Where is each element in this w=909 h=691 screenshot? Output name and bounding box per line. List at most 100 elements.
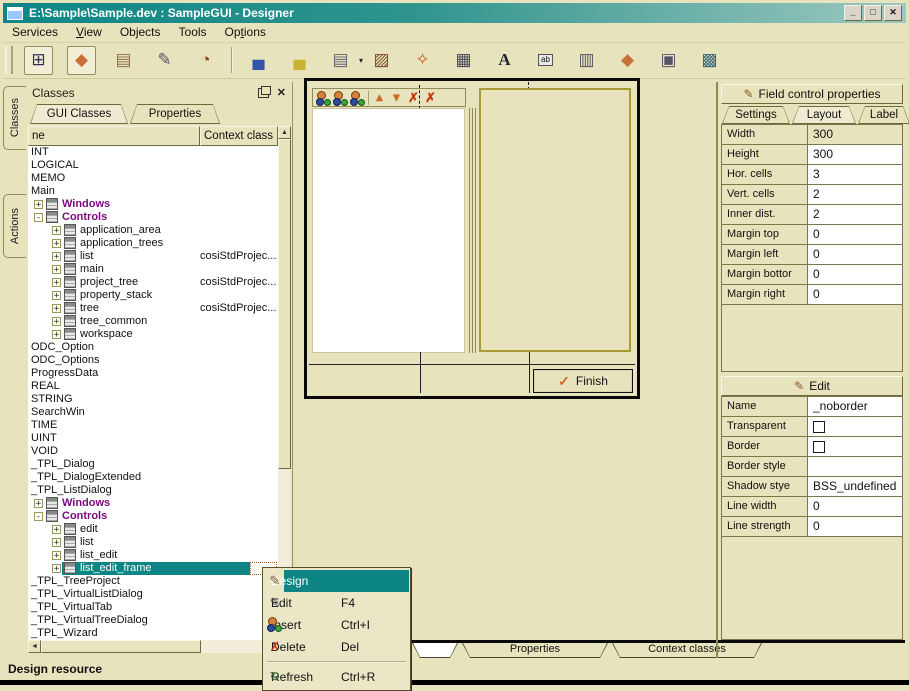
form-select-icon[interactable]: ▤▾ (327, 47, 354, 74)
tree-row[interactable]: _TPL_Wizard (28, 627, 278, 640)
eraser2-icon[interactable]: ◆ (614, 47, 641, 74)
menu-services[interactable]: Services (3, 23, 67, 42)
vertical-scrollbar[interactable]: ▲ ▼ (278, 126, 291, 640)
expand-icon[interactable]: + (52, 226, 61, 235)
collapse-icon[interactable]: - (34, 512, 43, 521)
label-icon[interactable]: ab (532, 47, 559, 74)
expand-icon[interactable]: + (52, 265, 61, 274)
menu-view[interactable]: View (67, 23, 111, 42)
property-value[interactable]: _noborder (808, 397, 902, 417)
tree-row[interactable]: ODC_Option (28, 341, 278, 354)
tree-row[interactable]: +property_stack (28, 289, 278, 302)
tree-row[interactable]: +tree_common (28, 315, 278, 328)
edit-button[interactable]: ✎ Edit (721, 376, 903, 396)
tree-row[interactable]: _TPL_VirtualTab (28, 601, 278, 614)
drive-blue-icon[interactable]: ▄ (245, 47, 272, 74)
wand-icon[interactable]: ✧ (409, 47, 436, 74)
tree-row[interactable]: Main (28, 185, 278, 198)
expand-icon[interactable]: + (52, 538, 61, 547)
property-value[interactable]: BSS_undefined (808, 477, 902, 497)
font-icon[interactable]: A (491, 47, 518, 74)
delete-all-icon[interactable]: ✗ (422, 90, 439, 105)
expand-icon[interactable]: + (52, 551, 61, 560)
tree-row[interactable]: _TPL_VirtualTreeDialog (28, 614, 278, 627)
tree-row[interactable]: _TPL_Dialog (28, 458, 278, 471)
expand-icon[interactable]: + (52, 278, 61, 287)
property-value[interactable]: 300 (808, 145, 902, 165)
tree-row[interactable]: +treecosiStdProjec... (28, 302, 278, 315)
tree-row[interactable]: +application_trees (28, 237, 278, 250)
tree-row[interactable]: ODC_Options (28, 354, 278, 367)
property-value[interactable] (808, 437, 902, 457)
tree-row[interactable]: SearchWin (28, 406, 278, 419)
expand-icon[interactable]: + (52, 525, 61, 534)
tab-label[interactable]: Label (858, 106, 909, 124)
expand-icon[interactable]: + (34, 499, 43, 508)
tree-row[interactable]: INT (28, 146, 278, 159)
tree-row[interactable]: +list (28, 536, 278, 549)
table-icon[interactable]: ▦ (450, 47, 477, 74)
finish-button[interactable]: ✓ Finish (533, 369, 633, 393)
tree-row[interactable]: _TPL_TreeProject (28, 575, 278, 588)
property-value[interactable]: 0 (808, 245, 902, 265)
bottom-tab-active[interactable] (412, 643, 458, 658)
image-editor-icon[interactable]: ▨ (368, 47, 395, 74)
menu-tools[interactable]: Tools (170, 23, 216, 42)
drive-yellow-icon[interactable]: ▄ (286, 47, 313, 74)
expand-icon[interactable]: + (52, 239, 61, 248)
collapse-icon[interactable]: - (34, 213, 43, 222)
context-menu-item-insert[interactable]: InsertCtrl+I (263, 614, 410, 636)
canvas-list-area[interactable] (312, 108, 465, 353)
tab-settings[interactable]: Settings (722, 106, 790, 124)
tree-row[interactable]: +edit (28, 523, 278, 536)
property-value[interactable]: 0 (808, 225, 902, 245)
expand-icon[interactable]: + (52, 304, 61, 313)
scroll-up-icon[interactable]: ▲ (278, 126, 291, 139)
horizontal-scrollbar[interactable]: ◄ ► (28, 640, 278, 653)
property-value[interactable]: 0 (808, 517, 902, 537)
checkbox-unchecked[interactable] (813, 421, 825, 433)
grid-form-icon[interactable]: ▥ (573, 47, 600, 74)
toolbar-grip[interactable] (5, 46, 13, 74)
sidebar-tab-actions[interactable]: Actions (3, 194, 26, 258)
computer-icon[interactable]: ▣ (655, 47, 682, 74)
tree-row[interactable]: +listcosiStdProjec... (28, 250, 278, 263)
checkbox-unchecked[interactable] (813, 441, 825, 453)
expand-icon[interactable]: + (34, 200, 43, 209)
tree-row[interactable]: TIME (28, 419, 278, 432)
insert-child-icon[interactable] (332, 90, 349, 105)
canvas-splitter[interactable] (469, 108, 476, 353)
bottom-tab-properties[interactable]: Properties (462, 643, 608, 658)
tree-row[interactable]: ProgressData (28, 367, 278, 380)
property-value[interactable]: 0 (808, 497, 902, 517)
tree-row[interactable]: UINT (28, 432, 278, 445)
property-value[interactable]: 0 (808, 265, 902, 285)
property-value[interactable]: 2 (808, 205, 902, 225)
vertical-scroll-thumb[interactable] (278, 139, 291, 469)
sidebar-tab-classes[interactable]: Classes (3, 86, 26, 150)
tab-layout[interactable]: Layout (792, 106, 856, 124)
property-value[interactable]: 0 (808, 285, 902, 305)
edit-document-icon[interactable]: ✎ (151, 47, 178, 74)
tree-row[interactable]: REAL (28, 380, 278, 393)
tree-row[interactable]: +workspace (28, 328, 278, 341)
insert-object-icon[interactable] (315, 90, 332, 105)
eraser-icon[interactable]: ◆ (67, 46, 96, 75)
tree-row[interactable]: +project_treecosiStdProjec... (28, 276, 278, 289)
expand-icon[interactable]: + (52, 252, 61, 261)
close-panel-icon[interactable]: ✕ (277, 88, 286, 98)
horizontal-scroll-thumb[interactable] (41, 640, 201, 653)
tree-row[interactable]: _TPL_VirtualListDialog (28, 588, 278, 601)
float-panel-icon[interactable] (258, 88, 269, 98)
tab-gui-classes[interactable]: GUI Classes (30, 104, 128, 124)
expand-icon[interactable]: + (52, 291, 61, 300)
window-form-icon[interactable]: ▩ (696, 47, 723, 74)
property-value[interactable]: 2 (808, 185, 902, 205)
column-header-context-class[interactable]: Context class (200, 126, 278, 146)
tree-row[interactable]: LOGICAL (28, 159, 278, 172)
tab-properties[interactable]: Properties (130, 104, 220, 124)
help-book-icon[interactable]: ▤ (110, 47, 137, 74)
move-down-icon[interactable]: ▼ (388, 90, 405, 105)
expand-icon[interactable]: + (52, 564, 61, 573)
tree-row[interactable]: +main (28, 263, 278, 276)
